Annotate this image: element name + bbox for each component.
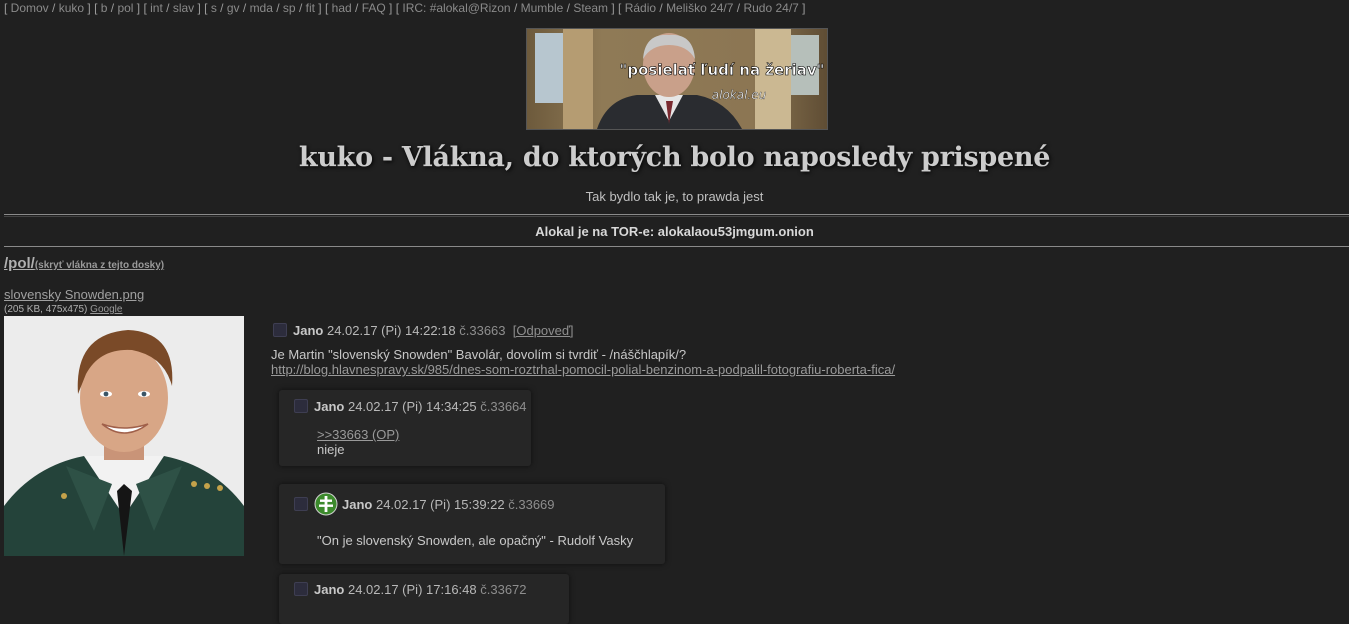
reply-body: >>33663 (OP) nieje: [317, 427, 399, 457]
google-search-link[interactable]: Google: [90, 304, 122, 315]
post-thumbnail[interactable]: [4, 316, 244, 556]
nav-link-slav[interactable]: slav: [173, 1, 194, 15]
nav-link-had[interactable]: had: [332, 1, 352, 15]
reply-header: Jano 24.02.17 (Pi) 14:34:25 č.33664: [294, 399, 527, 414]
post-number-link[interactable]: č.33664: [480, 399, 526, 414]
post-date: 24.02.17 (Pi) 17:16:48: [347, 582, 477, 597]
thumbnail-image: [4, 316, 244, 556]
tor-notice: Alokal je na TOR-e: alokalaou53jmgum.oni…: [535, 224, 814, 239]
poster-name: Jano: [293, 323, 324, 338]
reply-select-checkbox[interactable]: [294, 582, 308, 596]
file-info: (205 KB, 475x475) Google: [4, 304, 122, 315]
nav-link-sp[interactable]: sp: [283, 1, 296, 15]
nav-link-b[interactable]: b: [101, 1, 108, 15]
nav-link-irc[interactable]: IRC: #alokal@Rizon: [402, 1, 510, 15]
op-post-text: Je Martin "slovenský Snowden" Bavolár, d…: [271, 347, 687, 362]
banner-caption: "posielať ľudí na žeriav": [620, 61, 825, 79]
nav-link-gv[interactable]: gv: [227, 1, 240, 15]
nav-link-fit[interactable]: fit: [306, 1, 315, 15]
page-subtitle: Tak bydlo tak je, to prawda jest: [585, 189, 764, 204]
reply-text: "On je slovenský Snowden, ale opačný" - …: [317, 533, 634, 548]
post-number-link[interactable]: č.33672: [480, 582, 526, 597]
poster-name: Jano: [314, 399, 345, 414]
op-post-header: Jano 24.02.17 (Pi) 14:22:18 č.33663 [Odp…: [273, 323, 574, 338]
board-link-pol[interactable]: /pol/: [4, 255, 35, 272]
page-title: kuko - Vlákna, do ktorých bolo naposledy…: [298, 142, 1051, 173]
post-number-link[interactable]: č.33663: [459, 323, 505, 338]
divider: [4, 246, 1349, 247]
op-post-body: Je Martin "slovenský Snowden" Bavolár, d…: [271, 347, 895, 377]
reply-header: Jano 24.02.17 (Pi) 15:39:22 č.33669: [294, 492, 555, 516]
reply-text: nieje: [317, 442, 345, 457]
nav-link-melisko[interactable]: Meliško 24/7: [666, 1, 733, 15]
nav-link-mumble[interactable]: Mumble: [521, 1, 564, 15]
nav-link-radio[interactable]: Rádio: [625, 1, 656, 15]
post-date: 24.02.17 (Pi) 14:34:25: [347, 399, 477, 414]
op-select-checkbox[interactable]: [273, 323, 287, 337]
file-size-dimensions: (205 KB, 475x475): [4, 304, 88, 315]
post-number-link[interactable]: č.33669: [508, 497, 554, 512]
hide-board-link[interactable]: (skryť vlákna z tejto dosky): [35, 260, 164, 271]
reply-header: Jano 24.02.17 (Pi) 17:16:48 č.33672: [294, 582, 527, 597]
quote-link[interactable]: >>33663 (OP): [317, 427, 399, 442]
reply-post: Jano 24.02.17 (Pi) 14:34:25 č.33664 >>33…: [279, 390, 531, 466]
reply-post: Jano 24.02.17 (Pi) 15:39:22 č.33669 "On …: [279, 484, 665, 564]
slovak-cross-flag-icon: [314, 492, 338, 516]
nav-link-rudo[interactable]: Rudo 24/7: [743, 1, 798, 15]
file-name-link[interactable]: slovensky Snowden.png: [4, 287, 144, 302]
reply-select-checkbox[interactable]: [294, 399, 308, 413]
nav-link-int[interactable]: int: [150, 1, 163, 15]
top-navigation: [ Domov / kuko ] [ b / pol ] [ int / sla…: [4, 1, 806, 15]
site-banner[interactable]: "posielať ľudí na žeriav" alokal.eu: [526, 28, 828, 130]
nav-link-domov[interactable]: Domov: [11, 1, 49, 15]
poster-name: Jano: [342, 497, 373, 512]
nav-link-steam[interactable]: Steam: [573, 1, 608, 15]
banner-image: "posielať ľudí na žeriav" alokal.eu: [527, 29, 827, 129]
nav-link-faq[interactable]: FAQ: [362, 1, 386, 15]
reply-body: "On je slovenský Snowden, ale opačný" - …: [317, 533, 633, 548]
reply-button[interactable]: [Odpoveď]: [513, 323, 574, 338]
reply-select-checkbox[interactable]: [294, 497, 308, 511]
divider: [4, 216, 1349, 217]
board-heading: /pol/(skryť vlákna z tejto dosky): [4, 255, 164, 272]
banner-watermark: alokal.eu: [712, 88, 767, 102]
nav-link-mda[interactable]: mda: [250, 1, 273, 15]
poster-name: Jano: [314, 582, 345, 597]
post-date: 24.02.17 (Pi) 15:39:22: [375, 497, 505, 512]
divider: [4, 214, 1349, 215]
nav-link-pol[interactable]: pol: [117, 1, 133, 15]
nav-link-s[interactable]: s: [211, 1, 217, 15]
post-date: 24.02.17 (Pi) 14:22:18: [326, 323, 456, 338]
op-post-url[interactable]: http://blog.hlavnespravy.sk/985/dnes-som…: [271, 362, 895, 377]
reply-post: Jano 24.02.17 (Pi) 17:16:48 č.33672: [279, 574, 569, 624]
nav-link-kuko[interactable]: kuko: [59, 1, 84, 15]
